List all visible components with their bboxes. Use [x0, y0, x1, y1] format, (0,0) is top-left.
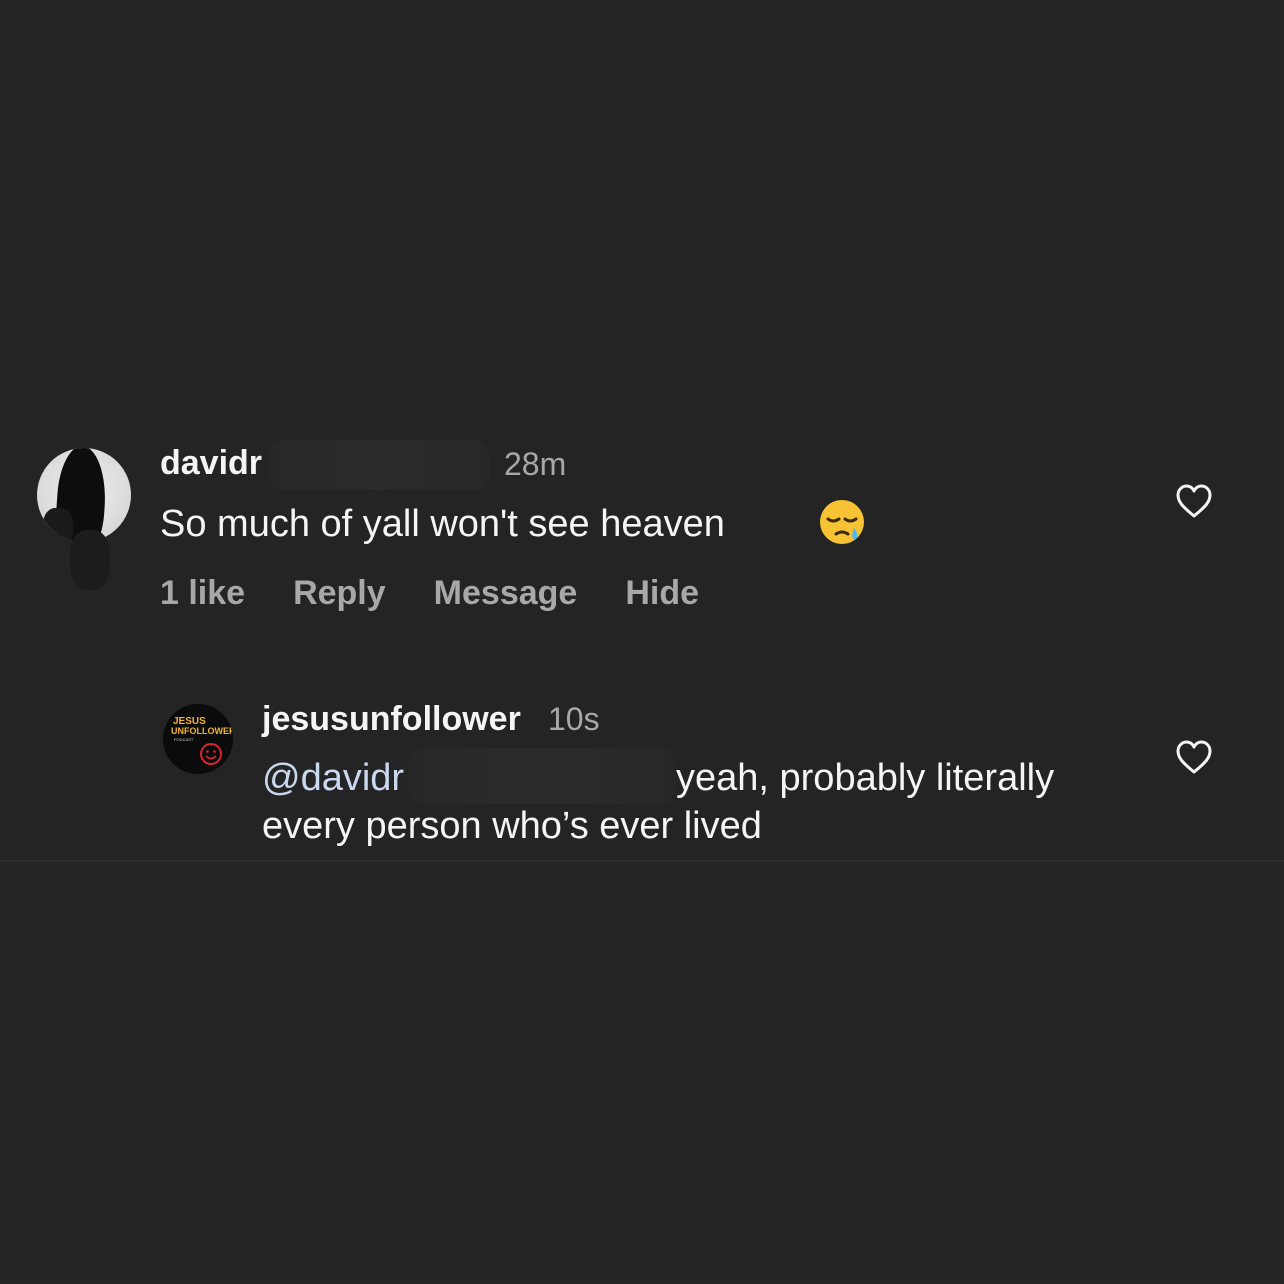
avatar[interactable] [37, 448, 131, 542]
comment-time: 28m [504, 446, 567, 482]
divider [0, 860, 1284, 862]
reply-time: 10s [548, 701, 600, 737]
sleepy-face-icon [820, 500, 864, 544]
likes-count[interactable]: 1 like [160, 574, 245, 612]
comment-username[interactable]: davidr [160, 444, 262, 483]
reply-text-line2: every person who’s ever lived [262, 805, 762, 847]
reply-button[interactable]: Reply [293, 574, 386, 612]
mention-redaction [408, 748, 676, 804]
podcast-logo-icon: JESUS UNFOLLOWER PODCAST [163, 704, 233, 774]
message-button[interactable]: Message [434, 574, 578, 612]
hide-button[interactable]: Hide [625, 574, 699, 612]
username-redaction [268, 440, 490, 490]
logo-line3: PODCAST [174, 737, 194, 742]
comment-actions: 1 like Reply Message Hide [160, 574, 747, 613]
reply-text-line1: yeah, probably literally [676, 757, 1055, 799]
heart-icon[interactable] [1175, 483, 1213, 519]
comment-text: So much of yall won't see heaven [160, 503, 725, 545]
reply-username[interactable]: jesusunfollower [262, 700, 521, 739]
redaction-mark [70, 530, 110, 590]
reply-mention[interactable]: @davidr [262, 754, 404, 802]
redaction-mark [43, 508, 73, 542]
heart-icon[interactable] [1175, 739, 1213, 775]
logo-line2: UNFOLLOWER [171, 726, 233, 736]
avatar[interactable]: JESUS UNFOLLOWER PODCAST [163, 704, 233, 774]
